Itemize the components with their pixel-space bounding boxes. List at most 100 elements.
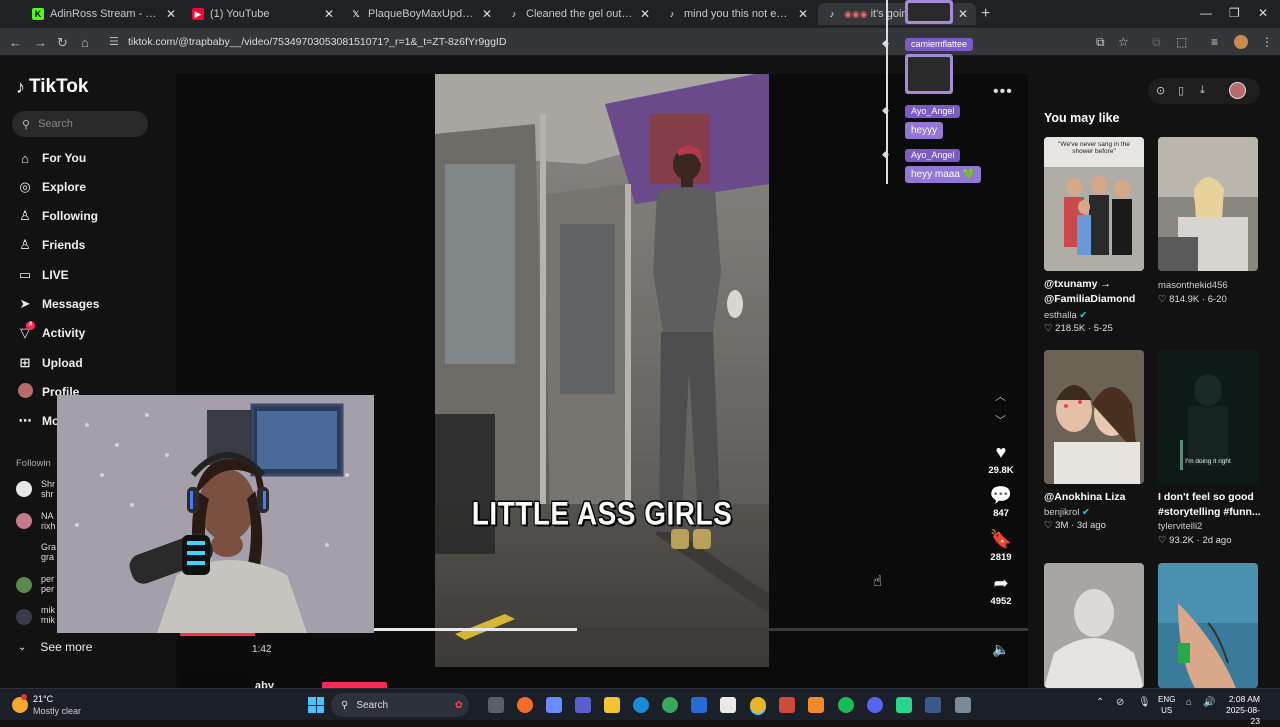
nav-upload[interactable]: ⊞ Upload (16, 352, 83, 374)
app-icon[interactable] (808, 697, 824, 713)
recommended-title[interactable]: @txunamy → @FamiliaDiamond (1044, 277, 1150, 307)
recommended-video-thumbnail[interactable]: I'm doing it right (1158, 350, 1258, 484)
back-icon[interactable]: ← (9, 35, 22, 50)
teams-icon[interactable] (575, 697, 591, 713)
following-account[interactable]: per per (41, 574, 54, 594)
network-icon[interactable]: ⌂ (1186, 697, 1192, 708)
recommended-video-thumbnail[interactable] (1158, 137, 1258, 271)
bookmark-star-icon[interactable]: ☆ (1118, 35, 1129, 49)
close-tab-icon[interactable]: ✕ (640, 7, 650, 21)
share-button[interactable]: ➦ 4952 (980, 573, 1022, 607)
recommended-author[interactable]: masonthekid456 (1158, 280, 1228, 291)
see-more-button[interactable]: ⌄ See more (18, 640, 92, 654)
nav-activity[interactable]: ▽ 4 Activity (16, 321, 85, 344)
recommended-video-thumbnail[interactable] (1044, 350, 1144, 484)
nav-live[interactable]: ▭ LIVE (16, 264, 69, 286)
tab-x-plaqueboy[interactable]: 𝕏 PlaqueBoyMaxUpdates on X: " ✕ (342, 3, 500, 25)
nav-following[interactable]: ♙ Following (16, 205, 98, 227)
close-tab-icon[interactable]: ✕ (798, 7, 808, 21)
save-button[interactable]: 🔖 2819 (980, 529, 1022, 563)
recommended-title[interactable]: I don't feel so good #storytelling #funn… (1158, 490, 1264, 520)
site-info-icon[interactable]: ☰ (109, 35, 119, 48)
language-indicator[interactable]: ENG US (1158, 694, 1175, 716)
following-account[interactable]: mik mik (41, 605, 55, 625)
avatar[interactable] (16, 513, 32, 529)
steam-icon[interactable] (925, 697, 941, 713)
tab-tiktok-2[interactable]: ♪ mind you this not even my ma ✕ (658, 3, 816, 25)
nav-for-you[interactable]: ⌂ For You (16, 147, 86, 169)
search-input[interactable]: ⚲ Search (12, 111, 148, 137)
reload-icon[interactable]: ↻ (57, 35, 68, 51)
store-icon[interactable] (720, 697, 736, 713)
chevron-down-icon[interactable]: ﹀ (995, 412, 1006, 428)
comment-button[interactable]: 💬 847 (980, 485, 1022, 519)
close-tab-icon[interactable]: ✕ (324, 7, 334, 21)
nav-friends[interactable]: ♙ Friends (16, 234, 85, 256)
chrome-icon[interactable] (750, 697, 766, 713)
recommended-author[interactable]: tylervitelli2 (1158, 521, 1202, 532)
close-window-icon[interactable]: ✕ (1258, 6, 1268, 20)
tab-kick[interactable]: K AdinRoss Stream - Watch Live o ✕ (24, 3, 184, 25)
clock[interactable]: 2:08 AM 2025-08-23 (1220, 694, 1260, 727)
recommended-video-thumbnail[interactable] (1044, 563, 1144, 688)
task-view-icon[interactable] (488, 697, 504, 713)
windows-start-icon[interactable] (308, 697, 324, 713)
install-icon[interactable]: ⧉ (1096, 35, 1105, 50)
recommended-video-thumbnail[interactable] (1158, 563, 1258, 688)
device-icon[interactable]: ▯ (1178, 84, 1184, 97)
tray-overflow-icon[interactable]: ⌃ (1096, 697, 1104, 708)
speaker-icon[interactable]: 🔊 (1203, 697, 1215, 708)
following-account[interactable]: Shr shr (41, 479, 55, 499)
avatar[interactable] (16, 577, 32, 593)
tab-search-icon[interactable]: ≡ (1211, 35, 1218, 49)
avatar[interactable] (16, 609, 32, 625)
tray-icon[interactable]: ⊘ (1116, 697, 1124, 708)
recommended-title[interactable]: @Anokhina Liza (1044, 490, 1150, 505)
spotify-icon[interactable] (838, 697, 854, 713)
app-icon[interactable] (779, 697, 795, 713)
volume-icon[interactable]: 🔈 (992, 641, 1009, 658)
app-icon[interactable] (896, 697, 912, 713)
coin-icon[interactable]: ⊙ (1156, 84, 1165, 97)
close-tab-icon[interactable]: ✕ (166, 7, 176, 21)
recommended-author[interactable]: esthalla ✔ (1044, 310, 1087, 321)
microphone-icon[interactable]: 🎙 (1138, 697, 1151, 708)
minimize-icon[interactable]: — (1200, 6, 1212, 20)
nav-more[interactable]: ⋯ Mo (16, 410, 60, 432)
new-tab-icon[interactable]: + (981, 5, 990, 23)
recommended-author[interactable]: benjikrol ✔ (1044, 507, 1090, 518)
app-icon[interactable] (517, 697, 533, 713)
discord-icon[interactable] (867, 697, 883, 713)
tiktok-logo[interactable]: ♪ TikTok (16, 76, 88, 98)
video-frame[interactable]: LITTLE ASS GIRLS (435, 74, 769, 667)
close-tab-icon[interactable]: ✕ (958, 7, 968, 21)
copilot-icon[interactable] (546, 697, 562, 713)
extensions-icon[interactable]: ⬚ (1176, 35, 1187, 49)
url-field[interactable]: tiktok.com/@trapbaby__/video/75349703053… (128, 36, 506, 48)
weather-desc[interactable]: Mostly clear (33, 706, 81, 716)
restore-icon[interactable]: ❐ (1229, 6, 1240, 20)
more-options-icon[interactable]: ••• (993, 83, 1013, 101)
avatar[interactable] (16, 481, 32, 497)
file-explorer-icon[interactable] (604, 697, 620, 713)
app-icon[interactable] (955, 697, 971, 713)
forward-icon[interactable]: → (34, 35, 47, 50)
edge-icon[interactable] (633, 697, 649, 713)
app-icon[interactable] (691, 697, 707, 713)
download-icon[interactable]: ⤓ (1200, 84, 1205, 97)
weather-temp[interactable]: 21°C (33, 694, 53, 704)
tab-tiktok-1[interactable]: ♪ Cleaned the gel out her brush t ✕ (500, 3, 658, 25)
nav-messages[interactable]: ➤ Messages (16, 293, 100, 315)
tab-youtube[interactable]: ▶ (1) YouTube ✕ (184, 3, 342, 25)
nav-explore[interactable]: ◎ Explore (16, 176, 86, 198)
cast-icon[interactable]: ⧉ (1152, 35, 1161, 50)
following-account[interactable]: Gra gra (41, 542, 56, 562)
home-icon[interactable]: ⌂ (81, 35, 89, 50)
taskbar-search[interactable]: ⚲ Search ✿ (331, 693, 469, 717)
close-tab-icon[interactable]: ✕ (482, 7, 492, 21)
chevron-up-icon[interactable]: ︿ (995, 388, 1006, 404)
like-button[interactable]: ♥ 29.8K (980, 442, 1022, 476)
profile-avatar-icon[interactable] (1234, 35, 1248, 49)
browser-menu-icon[interactable]: ⋮ (1261, 35, 1273, 49)
following-account[interactable]: NA rixh (41, 511, 56, 531)
